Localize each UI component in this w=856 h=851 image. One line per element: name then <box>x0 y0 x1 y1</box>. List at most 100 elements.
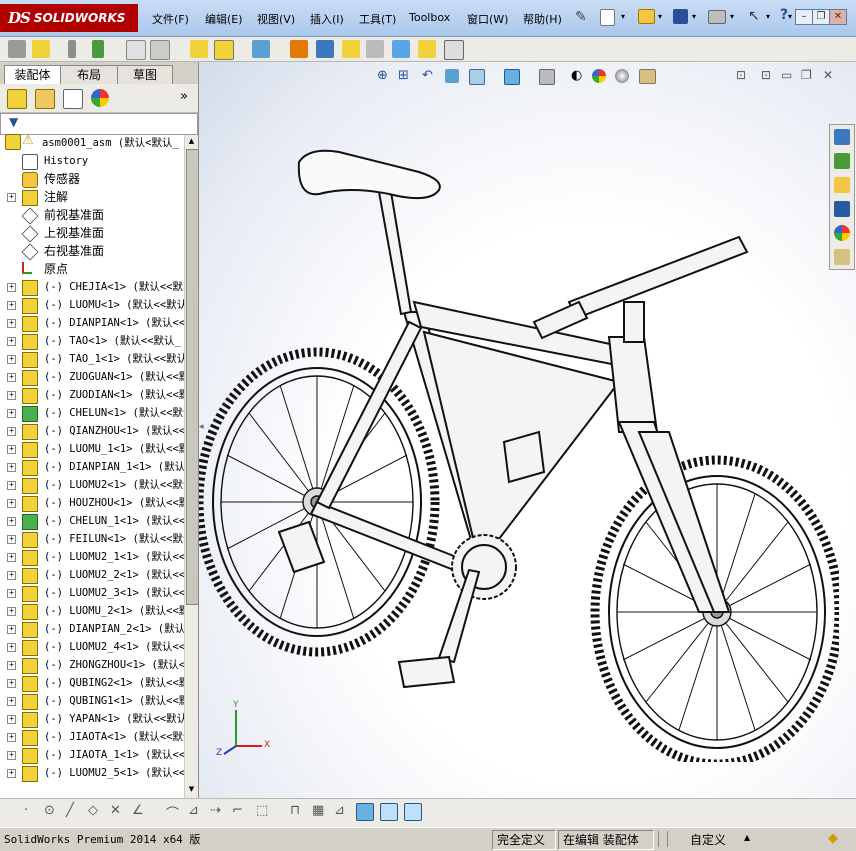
configuration-manager-icon[interactable] <box>63 89 83 109</box>
tree-item[interactable]: + (-) ZHONGZHOU<1> (默认< <box>0 656 184 674</box>
property-manager-icon[interactable] <box>35 89 55 109</box>
expand-toggle-icon[interactable]: + <box>7 571 16 580</box>
hide-show-items-icon[interactable]: ◐ <box>571 68 582 83</box>
tree-item[interactable]: + (-) LUOMU2_2<1> (默认<< <box>0 566 184 584</box>
tree-root[interactable]: ⚠ asm0001_asm (默认<默认_ <box>0 133 184 153</box>
expand-toggle-icon[interactable]: + <box>7 427 16 436</box>
edit-appearance-icon[interactable] <box>592 69 606 83</box>
tree-item[interactable]: + (-) JIAOTA_1<1> (默认<< <box>0 746 184 764</box>
open-dropdown-icon[interactable]: ▾ <box>658 12 662 21</box>
dimension-icon[interactable]: ⊓ <box>290 803 300 818</box>
tree-item[interactable]: + (-) DIANPIAN_2<1> (默认 <box>0 620 184 638</box>
select-arrow-icon[interactable]: ↖ <box>748 8 760 24</box>
offset-icon[interactable]: ⇢ <box>210 803 221 818</box>
linear-pattern-icon[interactable] <box>92 40 104 58</box>
expand-panel-icon[interactable]: » <box>180 89 188 104</box>
units-selector[interactable]: 自定义 <box>690 831 726 848</box>
edit-component-icon[interactable] <box>8 40 26 58</box>
pin-icon[interactable]: ✎ <box>575 9 587 25</box>
restore-button[interactable]: ❐ <box>812 9 830 25</box>
expand-toggle-icon[interactable]: + <box>7 409 16 418</box>
menu-toolbox[interactable]: Toolbox <box>409 11 450 24</box>
dynamic-annotation-icon[interactable] <box>469 69 485 85</box>
viewport-split-icon[interactable]: ⊡ <box>736 68 746 82</box>
display-manager-icon[interactable] <box>91 89 109 107</box>
tree-item[interactable]: + (-) CHEJIA<1> (默认<<默 <box>0 278 184 296</box>
interference-detection-icon[interactable] <box>392 40 410 58</box>
expand-toggle-icon[interactable]: + <box>7 301 16 310</box>
help-icon[interactable]: ? <box>780 7 788 23</box>
trim-icon[interactable]: ✕ <box>110 803 121 818</box>
box-select-icon[interactable] <box>356 803 374 821</box>
open-folder-icon[interactable] <box>638 9 655 24</box>
tree-item[interactable]: + (-) LUOMU2_3<1> (默认<< <box>0 584 184 602</box>
expand-toggle-icon[interactable]: + <box>7 751 16 760</box>
viewport-tile-icon[interactable]: ⊡ <box>761 68 771 82</box>
clearance-verification-icon[interactable] <box>418 40 436 58</box>
tree-item[interactable]: + (-) ZUODIAN<1> (默认<<默 <box>0 386 184 404</box>
tree-item[interactable]: + (-) DIANPIAN_1<1> (默认 <box>0 458 184 476</box>
tree-item[interactable]: + (-) TAO_1<1> (默认<<默认 <box>0 350 184 368</box>
expand-toggle-icon[interactable]: + <box>7 535 16 544</box>
move-component-icon[interactable] <box>150 40 170 60</box>
bill-of-materials-icon[interactable] <box>316 40 334 58</box>
expand-toggle-icon[interactable]: + <box>7 625 16 634</box>
tree-item[interactable]: + (-) CHELUN<1> (默认<<默认 <box>0 404 184 422</box>
view-orientation-icon[interactable] <box>504 69 520 85</box>
chamfer-icon[interactable]: ⊿ <box>188 803 199 818</box>
expand-toggle-icon[interactable]: + <box>7 283 16 292</box>
zoom-to-fit-icon[interactable]: ⊕ <box>377 68 388 83</box>
explode-line-sketch-icon[interactable] <box>366 40 384 58</box>
tree-item[interactable]: + (-) QIANZHOU<1> (默认<<默 <box>0 422 184 440</box>
show-hidden-icon[interactable] <box>190 40 208 58</box>
expand-toggle-icon[interactable]: + <box>7 463 16 472</box>
expand-toggle-icon[interactable]: + <box>7 589 16 598</box>
expand-toggle-icon[interactable]: + <box>7 445 16 454</box>
tree-item[interactable]: 原点 <box>0 260 184 278</box>
expand-toggle-icon[interactable]: + <box>7 679 16 688</box>
scroll-up-icon[interactable]: ▲ <box>186 137 197 147</box>
tree-item[interactable]: + (-) LUOMU2_5<1> (默认<< <box>0 764 184 782</box>
expand-toggle-icon[interactable]: + <box>7 553 16 562</box>
viewport-minimize-icon[interactable]: ▭ <box>781 68 792 82</box>
expand-toggle-icon[interactable]: + <box>7 355 16 364</box>
graphics-area[interactable]: ⊕ ⊞ ↶ ◐ ⊡ ⊡ ▭ ❐ ✕ ◂ Y X Z <box>199 62 856 798</box>
expand-toggle-icon[interactable]: + <box>7 643 16 652</box>
tree-item[interactable]: 上视基准面 <box>0 224 184 243</box>
expand-toggle-icon[interactable]: + <box>7 337 16 346</box>
expand-toggle-icon[interactable]: + <box>7 517 16 526</box>
help-dropdown-icon[interactable]: ▾ <box>788 12 792 21</box>
minimize-button[interactable]: – <box>795 9 813 25</box>
tag-icon[interactable]: ◆ <box>828 831 838 846</box>
select-dropdown-icon[interactable]: ▾ <box>766 12 770 21</box>
save-dropdown-icon[interactable]: ▾ <box>692 12 696 21</box>
smart-fasteners-icon[interactable] <box>126 40 146 60</box>
new-dropdown-icon[interactable]: ▾ <box>621 12 625 21</box>
tab-sketch[interactable]: 草图 <box>117 65 173 84</box>
tree-item[interactable]: 右视基准面 <box>0 242 184 261</box>
menu-file[interactable]: 文件(F) <box>152 11 189 27</box>
expand-toggle-icon[interactable]: + <box>7 391 16 400</box>
polygon-icon[interactable]: ◇ <box>88 803 98 818</box>
table-icon[interactable] <box>404 803 422 821</box>
menu-window[interactable]: 窗口(W) <box>467 11 508 27</box>
tree-item[interactable]: + (-) DIANPIAN<1> (默认<< <box>0 314 184 332</box>
menu-edit[interactable]: 编辑(E) <box>205 11 243 27</box>
instant3d-icon[interactable] <box>444 40 464 60</box>
viewport-close-icon[interactable]: ✕ <box>823 68 833 82</box>
tree-item[interactable]: + (-) LUOMU2_4<1> (默认<< <box>0 638 184 656</box>
tree-item[interactable]: 传感器 <box>0 170 184 188</box>
bicycle-model[interactable] <box>199 142 839 762</box>
new-document-icon[interactable] <box>600 9 615 26</box>
tree-item[interactable]: + (-) TAO<1> (默认<<默认_ <box>0 332 184 350</box>
reference-geometry-icon[interactable] <box>252 40 270 58</box>
line-icon[interactable]: ╱ <box>66 803 74 818</box>
tree-scrollbar[interactable]: ▲ ▼ <box>184 135 199 798</box>
scroll-thumb[interactable] <box>186 149 199 605</box>
menu-help[interactable]: 帮助(H) <box>523 11 562 27</box>
tree-item[interactable]: + (-) LUOMU2<1> (默认<<默认 <box>0 476 184 494</box>
expand-toggle-icon[interactable]: + <box>7 661 16 670</box>
expand-toggle-icon[interactable]: + <box>7 373 16 382</box>
mate-icon[interactable] <box>68 40 76 58</box>
menu-tools[interactable]: 工具(T) <box>359 11 396 27</box>
